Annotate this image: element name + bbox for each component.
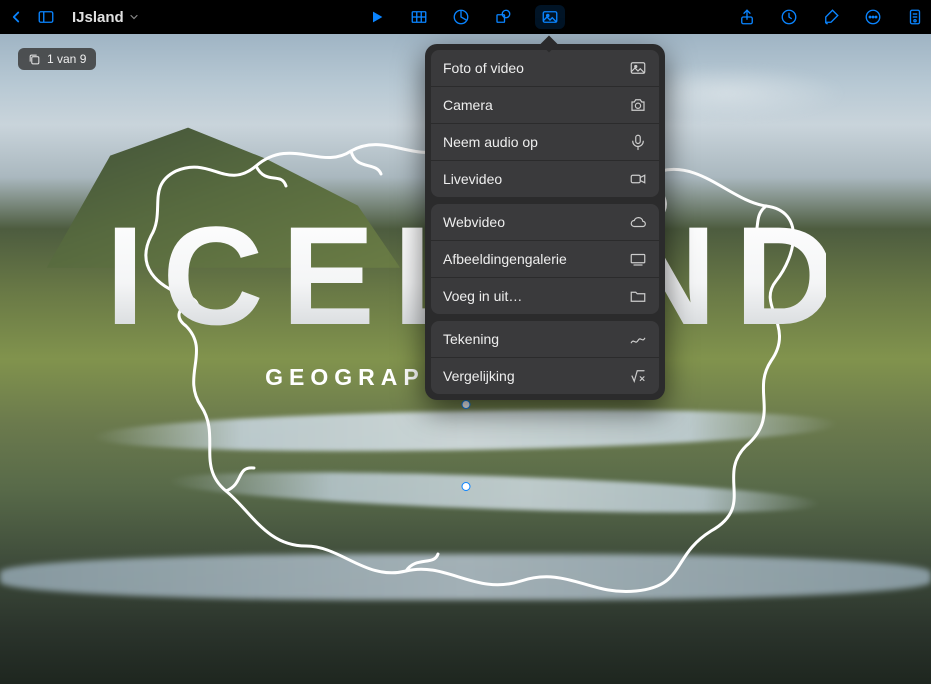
menu-item-label: Foto of video <box>443 60 524 76</box>
play-icon[interactable] <box>367 7 387 27</box>
menu-item-photo-video[interactable]: Foto of video <box>431 50 659 87</box>
document-title-text: IJsland <box>72 9 124 26</box>
photo-icon <box>629 59 647 77</box>
format-brush-icon[interactable] <box>821 7 841 27</box>
media-icon[interactable] <box>535 5 565 29</box>
selection-handle-bottom[interactable] <box>461 482 470 491</box>
shapes-icon[interactable] <box>493 7 513 27</box>
menu-item-record-audio[interactable]: Neem audio op <box>431 124 659 161</box>
equation-icon <box>629 367 647 385</box>
document-options-icon[interactable] <box>905 7 925 27</box>
menu-item-label: Livevideo <box>443 171 502 187</box>
menu-item-label: Vergelijking <box>443 368 515 384</box>
more-icon[interactable] <box>863 7 883 27</box>
scribble-icon <box>629 330 647 348</box>
menu-item-label: Tekening <box>443 331 499 347</box>
gallery-icon <box>629 250 647 268</box>
insert-media-popover: Foto of video Camera Neem audio op Livev… <box>425 44 665 400</box>
menu-item-label: Neem audio op <box>443 134 538 150</box>
popover-section: Foto of video Camera Neem audio op Livev… <box>431 50 659 197</box>
back-chevron-icon[interactable] <box>6 7 26 27</box>
menu-item-live-video[interactable]: Livevideo <box>431 161 659 197</box>
menu-item-insert-from[interactable]: Voeg in uit… <box>431 278 659 314</box>
selection-handle-top[interactable] <box>461 400 470 409</box>
menu-item-equation[interactable]: Vergelijking <box>431 358 659 394</box>
menu-item-label: Afbeeldingengalerie <box>443 251 567 267</box>
popover-section: Webvideo Afbeeldingengalerie Voeg in uit… <box>431 204 659 314</box>
chevron-down-icon <box>128 11 140 23</box>
camera-icon <box>629 96 647 114</box>
menu-item-label: Camera <box>443 97 493 113</box>
microphone-icon <box>629 133 647 151</box>
menu-item-camera[interactable]: Camera <box>431 87 659 124</box>
menu-item-web-video[interactable]: Webvideo <box>431 204 659 241</box>
folder-icon <box>629 287 647 305</box>
slide-counter-badge[interactable]: 1 van 9 <box>18 48 96 70</box>
menu-item-drawing[interactable]: Tekening <box>431 321 659 358</box>
menu-item-label: Webvideo <box>443 214 505 230</box>
table-icon[interactable] <box>409 7 429 27</box>
popover-section: Tekening Vergelijking <box>431 321 659 394</box>
cloud-icon <box>629 213 647 231</box>
video-camera-icon <box>629 170 647 188</box>
menu-item-image-gallery[interactable]: Afbeeldingengalerie <box>431 241 659 278</box>
chart-icon[interactable] <box>451 7 471 27</box>
menu-item-label: Voeg in uit… <box>443 288 522 304</box>
toolbar: IJsland <box>0 0 931 34</box>
slides-stack-icon <box>28 53 41 66</box>
share-icon[interactable] <box>737 7 757 27</box>
sidebar-icon[interactable] <box>36 7 56 27</box>
sync-icon[interactable] <box>779 7 799 27</box>
document-title[interactable]: IJsland <box>72 9 140 26</box>
slide-counter-text: 1 van 9 <box>47 52 86 66</box>
